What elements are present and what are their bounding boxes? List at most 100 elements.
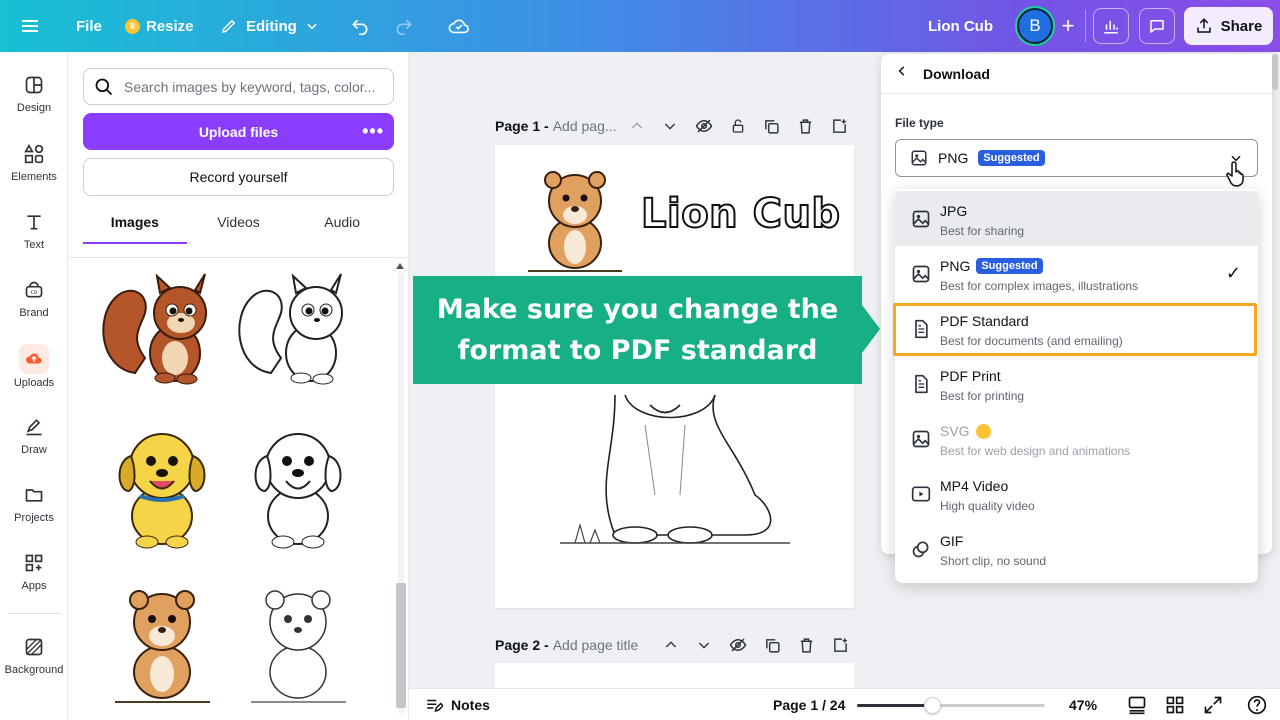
tab-videos[interactable]: Videos [187,204,291,244]
option-gif[interactable]: GIF Short clip, no sound [895,521,1258,576]
option-pdf-standard[interactable]: PDF Standard Best for documents (and ema… [895,301,1258,356]
option-pdf-print[interactable]: PDF Print Best for printing [895,356,1258,411]
grid-view-icon[interactable] [1165,695,1185,715]
document-title[interactable]: Lion Cub [928,0,993,52]
image-icon [912,265,930,283]
divider [1085,10,1086,42]
rail-apps[interactable]: Apps [0,552,68,592]
chevron-up-icon[interactable] [629,118,645,134]
back-arrow-icon[interactable] [881,64,923,83]
page-view-icon[interactable] [1127,695,1147,715]
rail-draw[interactable]: Draw [0,416,68,456]
search-placeholder: Search images by keyword, tags, color... [124,78,376,95]
scroll-thumb[interactable] [396,583,406,708]
duplicate-icon[interactable] [764,637,781,654]
chevron-down-icon[interactable] [662,118,678,134]
trash-icon[interactable] [798,637,815,654]
cloud-saved-icon[interactable] [448,0,470,52]
lock-icon[interactable] [730,117,746,135]
rail-text[interactable]: Text [0,211,68,251]
page-count[interactable]: Page 1 / 24 [773,689,845,720]
design-title-text[interactable]: Lion Cub [640,190,841,238]
file-type-dropdown: JPG Best for sharing PNG Suggested Best … [895,189,1258,583]
notes-icon [427,699,443,713]
page-1-header: Page 1 - Add pag... [495,118,617,134]
help-icon[interactable] [1247,695,1267,715]
avatar[interactable]: B [1017,8,1053,44]
hide-page-icon[interactable] [729,636,747,654]
lion-cub-outline-thumbnail[interactable] [231,574,366,709]
suggested-badge: Suggested [978,150,1045,166]
undo-icon[interactable] [350,0,370,52]
draw-icon [23,416,45,438]
menu-icon[interactable] [22,0,46,52]
rail-design[interactable]: Design [0,74,68,114]
option-svg[interactable]: SVG Best for web design and animations [895,411,1258,466]
file-type-select[interactable]: PNG Suggested [895,139,1258,177]
uploads-panel: Search images by keyword, tags, color...… [68,52,409,720]
file-menu-button[interactable]: File [76,0,102,52]
more-options-icon[interactable]: ••• [362,121,384,142]
selected-file-type: PNG [938,150,969,166]
comment-icon[interactable] [1139,8,1175,44]
tab-audio[interactable]: Audio [290,204,394,244]
fullscreen-icon[interactable] [1203,695,1223,715]
share-button[interactable]: Share [1184,7,1273,45]
zoom-knob[interactable] [924,697,941,714]
document-icon [915,374,928,394]
text-icon [23,211,45,233]
squirrel-color-thumbnail[interactable] [95,258,230,393]
lion-cub-outline-illustration[interactable] [555,385,795,555]
svg-text:co: co [31,290,38,296]
tab-images[interactable]: Images [83,204,187,244]
notes-button[interactable]: Notes [425,689,490,720]
page-2-title-input[interactable]: Add page title [553,637,639,653]
rail-label: Draw [21,444,47,456]
redo-icon[interactable] [394,0,414,52]
hand-cursor-icon [1226,161,1244,187]
top-bar: File ♛ Resize Editing Lion Cub B + Share [0,0,1280,52]
rail-brand[interactable]: co Brand [0,279,68,319]
notes-label: Notes [451,697,490,713]
panel-scrollbar[interactable] [395,263,406,713]
puppy-color-thumbnail[interactable] [95,416,230,551]
page-2-header: Page 2 - Add page title [495,637,638,653]
editing-mode-button[interactable]: Editing [220,0,319,52]
analytics-icon[interactable] [1093,8,1129,44]
image-icon [912,210,930,228]
lion-cub-small-illustration[interactable] [520,163,630,278]
pencil-icon [222,20,235,33]
zoom-slider[interactable] [857,697,1045,714]
crown-icon: ♛ [125,18,140,34]
puppy-outline-thumbnail[interactable] [231,416,366,551]
lion-cub-color-thumbnail[interactable] [95,574,230,709]
zoom-fill [857,704,932,707]
option-mp4-video[interactable]: MP4 Video High quality video [895,466,1258,521]
add-page-icon[interactable] [832,637,849,654]
search-input[interactable]: Search images by keyword, tags, color... [83,68,394,105]
page-scrollbar[interactable] [1272,54,1278,90]
share-label: Share [1220,17,1263,35]
page-1-title-input[interactable]: Add pag... [553,118,617,134]
chevron-down-icon[interactable] [696,637,712,653]
option-jpg[interactable]: JPG Best for sharing [895,191,1258,246]
record-yourself-button[interactable]: Record yourself [83,158,394,196]
upload-files-button[interactable]: Upload files ••• [83,113,394,150]
scroll-up-arrow[interactable] [396,263,404,269]
resize-button[interactable]: ♛ Resize [125,0,194,52]
rail-uploads[interactable]: Uploads [0,344,68,389]
rail-elements[interactable]: Elements [0,143,68,183]
rail-projects[interactable]: Projects [0,484,68,524]
add-page-icon[interactable] [831,118,848,135]
design-icon [23,74,45,96]
zoom-percentage[interactable]: 47% [1069,689,1097,720]
rail-label: Brand [19,307,49,319]
squirrel-outline-thumbnail[interactable] [231,258,366,393]
hide-page-icon[interactable] [695,117,713,135]
option-png[interactable]: PNG Suggested Best for complex images, i… [895,246,1258,301]
rail-background[interactable]: Background [0,636,68,676]
add-collaborator-icon[interactable]: + [1055,12,1081,40]
duplicate-icon[interactable] [763,118,780,135]
trash-icon[interactable] [797,118,814,135]
chevron-up-icon[interactable] [663,637,679,653]
